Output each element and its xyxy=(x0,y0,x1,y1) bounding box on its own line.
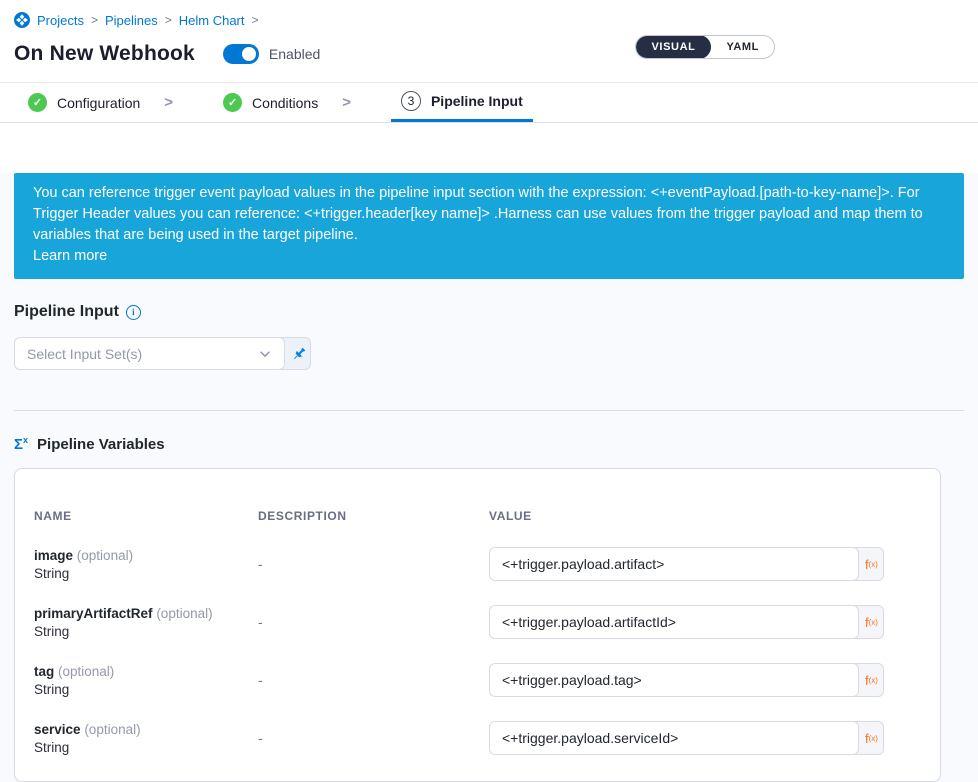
info-banner-text: You can reference trigger event payload … xyxy=(33,185,923,243)
variable-type: String xyxy=(34,682,258,697)
yaml-toggle-button[interactable]: YAML xyxy=(711,35,774,59)
breadcrumb-separator: > xyxy=(91,13,98,27)
breadcrumb-link-projects[interactable]: Projects xyxy=(37,13,84,28)
tab-conditions-label: Conditions xyxy=(252,95,318,111)
sigma-variables-icon: Σx xyxy=(14,435,28,453)
info-icon[interactable]: i xyxy=(126,305,141,320)
enabled-toggle[interactable] xyxy=(223,44,259,64)
pipeline-variables-heading-row: Σx Pipeline Variables xyxy=(14,435,964,453)
variable-type: String xyxy=(34,566,258,581)
breadcrumb-link-helm-chart[interactable]: Helm Chart xyxy=(179,13,245,28)
variable-value-input[interactable] xyxy=(489,663,859,697)
variable-description: - xyxy=(258,731,489,746)
projects-icon xyxy=(14,12,30,28)
variable-name: primaryArtifactRef xyxy=(34,606,153,621)
enabled-label: Enabled xyxy=(269,46,320,62)
pipeline-variables-card: NAME DESCRIPTION VALUE image (optional) … xyxy=(14,468,941,782)
column-header-value: VALUE xyxy=(489,509,921,523)
pipeline-input-heading-row: Pipeline Input i xyxy=(14,303,964,321)
tab-conditions[interactable]: ✓ Conditions xyxy=(213,83,328,122)
table-row: image (optional) String - f(x) xyxy=(34,547,921,581)
check-icon: ✓ xyxy=(28,93,47,112)
table-row: tag (optional) String - f(x) xyxy=(34,663,921,697)
variable-optional: (optional) xyxy=(58,664,114,679)
variable-value-group: f(x) xyxy=(489,721,921,755)
variable-name-cell: tag (optional) String xyxy=(34,663,258,697)
variable-name: tag xyxy=(34,664,54,679)
wizard-tabbar: ✓ Configuration > ✓ Conditions > 3 Pipel… xyxy=(0,82,978,123)
page-header: Projects > Pipelines > Helm Chart > On N… xyxy=(0,0,978,66)
enabled-toggle-group: Enabled xyxy=(223,44,320,64)
info-banner: You can reference trigger event payload … xyxy=(14,173,964,279)
tab-pipeline-input[interactable]: 3 Pipeline Input xyxy=(391,83,533,122)
variable-value-input[interactable] xyxy=(489,547,859,581)
variable-value-group: f(x) xyxy=(489,605,921,639)
visual-toggle-button[interactable]: VISUAL xyxy=(636,35,712,59)
chevron-right-icon: > xyxy=(342,83,351,122)
pipeline-input-heading: Pipeline Input xyxy=(14,303,119,321)
section-divider xyxy=(14,410,964,411)
learn-more-link[interactable]: Learn more xyxy=(33,246,945,267)
variables-table-header: NAME DESCRIPTION VALUE xyxy=(34,509,921,523)
breadcrumb-link-pipelines[interactable]: Pipelines xyxy=(105,13,158,28)
variable-optional: (optional) xyxy=(156,606,212,621)
input-set-select[interactable]: Select Input Set(s) xyxy=(14,337,285,370)
step-number-badge: 3 xyxy=(401,91,421,111)
table-row: primaryArtifactRef (optional) String - f… xyxy=(34,605,921,639)
variable-description: - xyxy=(258,615,489,630)
breadcrumb: Projects > Pipelines > Helm Chart > xyxy=(14,12,964,28)
variable-optional: (optional) xyxy=(84,722,140,737)
toggle-knob xyxy=(242,47,256,61)
variable-description: - xyxy=(258,557,489,572)
variable-name: image xyxy=(34,548,73,563)
pin-icon xyxy=(291,346,307,362)
breadcrumb-separator: > xyxy=(165,13,172,27)
variable-name-cell: service (optional) String xyxy=(34,721,258,755)
tab-configuration[interactable]: ✓ Configuration xyxy=(18,83,150,122)
variable-type: String xyxy=(34,740,258,755)
title-row: On New Webhook Enabled xyxy=(14,42,964,66)
content-area: You can reference trigger event payload … xyxy=(0,173,978,782)
breadcrumb-separator: > xyxy=(252,13,259,27)
column-header-description: DESCRIPTION xyxy=(258,509,489,523)
input-set-placeholder: Select Input Set(s) xyxy=(27,346,142,362)
variable-name-cell: image (optional) String xyxy=(34,547,258,581)
variable-value-group: f(x) xyxy=(489,663,921,697)
variable-value-group: f(x) xyxy=(489,547,921,581)
check-icon: ✓ xyxy=(223,93,242,112)
variable-description: - xyxy=(258,673,489,688)
variable-name: service xyxy=(34,722,81,737)
tab-configuration-label: Configuration xyxy=(57,95,140,111)
input-set-select-row: Select Input Set(s) xyxy=(14,337,964,370)
variable-optional: (optional) xyxy=(77,548,133,563)
pipeline-variables-heading: Pipeline Variables xyxy=(37,436,165,453)
column-header-name: NAME xyxy=(34,509,258,523)
visual-yaml-toggle: VISUAL YAML xyxy=(635,35,776,59)
variable-name-cell: primaryArtifactRef (optional) String xyxy=(34,605,258,639)
variable-value-input[interactable] xyxy=(489,605,859,639)
tab-pipeline-input-label: Pipeline Input xyxy=(431,93,523,109)
chevron-right-icon: > xyxy=(164,83,173,122)
variable-value-input[interactable] xyxy=(489,721,859,755)
table-row: service (optional) String - f(x) xyxy=(34,721,921,755)
page-title: On New Webhook xyxy=(14,42,195,66)
variable-type: String xyxy=(34,624,258,639)
chevron-down-icon xyxy=(258,347,272,361)
